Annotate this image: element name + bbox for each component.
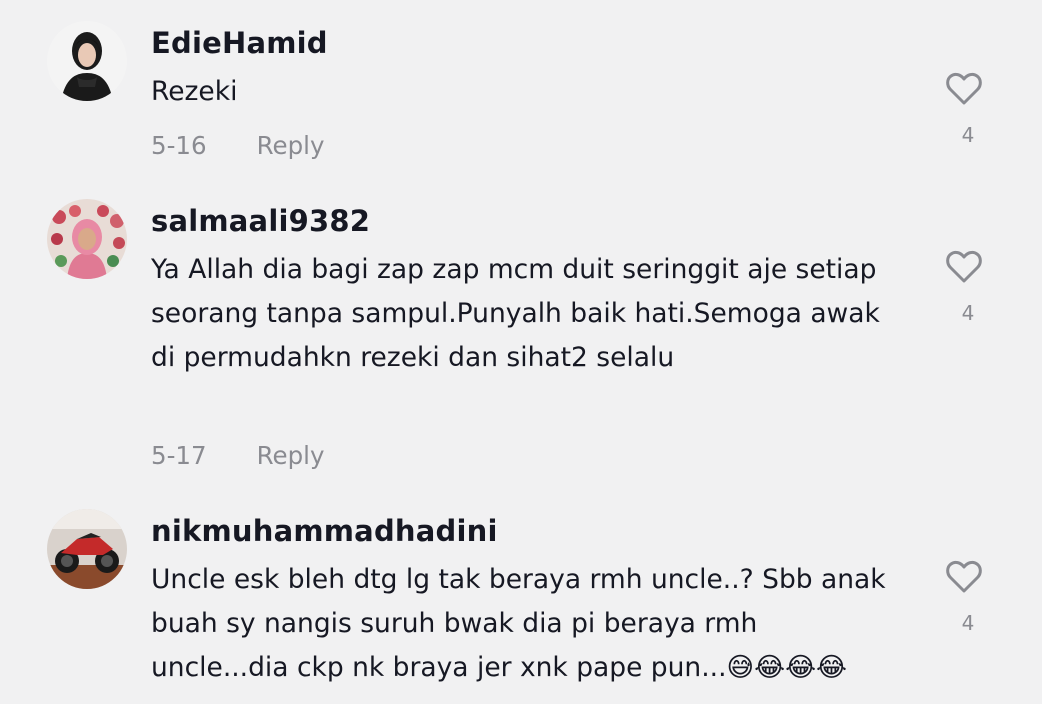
like-button[interactable]: [945, 72, 983, 106]
comment-list: EdieHamid Rezeki 5-16 Reply 4 salmaali93…: [0, 0, 1042, 704]
heart-outline-icon: [945, 72, 983, 106]
like-count: 4: [961, 123, 975, 147]
comment-date: 5-16: [151, 131, 207, 160]
like-count: 4: [961, 301, 975, 325]
heart-outline-icon: [945, 560, 983, 594]
comment-date: 5-17: [151, 441, 207, 470]
heart-outline-icon: [945, 250, 983, 284]
comment-username[interactable]: salmaali9382: [151, 204, 370, 238]
comment-text: Ya Allah dia bagi zap zap mcm duit serin…: [151, 254, 880, 373]
like-count: 4: [961, 611, 975, 635]
reply-button[interactable]: Reply: [257, 131, 325, 160]
avatar[interactable]: [47, 509, 127, 589]
avatar[interactable]: [47, 199, 127, 279]
avatar[interactable]: [47, 21, 127, 101]
comment-meta: 5-17 Reply: [151, 441, 324, 470]
comment-meta: 5-16 Reply: [151, 131, 324, 160]
comment-username[interactable]: EdieHamid: [151, 26, 328, 60]
like-button[interactable]: [945, 250, 983, 284]
like-button[interactable]: [945, 560, 983, 594]
reply-button[interactable]: Reply: [257, 441, 325, 470]
comment-text: Uncle esk bleh dtg lg tak beraya rmh unc…: [151, 564, 886, 683]
comment-text: Rezeki: [151, 76, 238, 107]
comment-username[interactable]: nikmuhammadhadini: [151, 514, 498, 548]
